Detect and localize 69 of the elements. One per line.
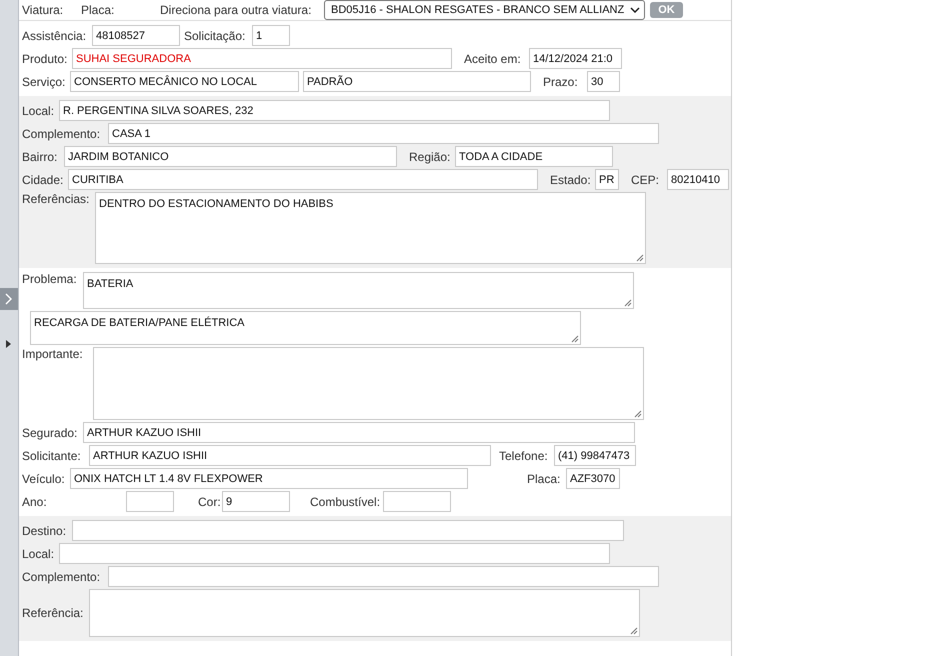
field-label: Prazo:	[543, 74, 579, 88]
expand-tab[interactable]	[0, 288, 18, 310]
vehicle-select[interactable]: BD05J16 - SHALON RESGATES - BRANCO SEM ALLIANZ	[324, 0, 646, 20]
field-label: Destino:	[22, 524, 68, 538]
field-label: Bairro:	[22, 150, 58, 164]
field-label: Local:	[22, 104, 56, 118]
text-field[interactable]	[126, 491, 174, 512]
text-field[interactable]: ARTHUR KAZUO ISHII	[89, 445, 491, 466]
field-label: Estado:	[550, 172, 592, 186]
text-field[interactable]: PADRÃO	[303, 71, 531, 92]
field-label: Ano:	[22, 494, 48, 508]
triangle-right-icon[interactable]	[6, 340, 11, 348]
field-label: Telefone:	[499, 448, 549, 462]
field-label: Assistência:	[22, 28, 88, 42]
text-field[interactable]	[108, 566, 659, 587]
field-label: Região:	[409, 150, 452, 164]
field-label: Produto:	[22, 52, 68, 66]
text-area[interactable]: DENTRO DO ESTACIONAMENTO DO HABIBS	[95, 192, 646, 264]
field-label: Serviço:	[22, 74, 66, 88]
resize-grip-icon[interactable]	[571, 335, 579, 343]
text-field[interactable]: SUHAI SEGURADORA	[72, 48, 452, 69]
text-field[interactable]: 9	[222, 491, 290, 512]
text-field[interactable]: (41) 99847473	[554, 445, 636, 466]
text-field[interactable]: JARDIM BOTANICO	[64, 146, 397, 167]
field-label: Cidade:	[22, 172, 64, 186]
field-label: Placa:	[527, 472, 562, 486]
field-label: Complemento:	[22, 126, 102, 140]
text-field[interactable]: CONSERTO MECÂNICO NO LOCAL	[70, 71, 299, 92]
field-label: Cor:	[198, 494, 222, 508]
resize-grip-icon[interactable]	[630, 627, 638, 635]
field-label: Segurado:	[22, 426, 78, 440]
field-label: Veículo:	[22, 472, 66, 486]
text-field[interactable]: PR	[595, 169, 619, 190]
field-label: Solicitação:	[184, 28, 246, 42]
text-field[interactable]	[383, 491, 451, 512]
field-label: Problema:	[22, 272, 78, 286]
text-field[interactable]: ONIX HATCH LT 1.4 8V FLEXPOWER	[70, 468, 468, 489]
resize-grip-icon[interactable]	[636, 254, 644, 262]
field-label: Referências:	[22, 192, 90, 206]
field-label: Viatura:	[22, 3, 64, 17]
text-area[interactable]: RECARGA DE BATERIA/PANE ELÉTRICA	[30, 311, 581, 345]
text-field[interactable]: 80210410	[667, 169, 729, 190]
text-field[interactable]: 30	[587, 71, 620, 92]
text-field[interactable]: CURITIBA	[68, 169, 538, 190]
text-field[interactable]: TODA A CIDADE	[455, 146, 613, 167]
chevron-right-icon	[5, 293, 13, 305]
resize-grip-icon[interactable]	[634, 410, 642, 418]
field-label: Importante:	[22, 347, 84, 361]
field-label: Solicitante:	[22, 448, 82, 462]
text-field[interactable]: 1	[252, 25, 290, 46]
field-label: Combustível:	[310, 494, 382, 508]
text-field[interactable]: 14/12/2024 21:0	[529, 48, 622, 69]
text-field[interactable]: 48108527	[92, 25, 180, 46]
field-label: Direciona para outra viatura:	[160, 3, 312, 17]
field-label: CEP:	[631, 172, 660, 186]
text-field[interactable]: R. PERGENTINA SILVA SOARES, 232	[59, 100, 610, 121]
text-area[interactable]: BATERIA	[83, 272, 634, 309]
field-label: Complemento:	[22, 570, 102, 584]
text-field[interactable]	[59, 543, 610, 564]
field-label: Aceito em:	[464, 52, 522, 66]
resize-grip-icon[interactable]	[624, 299, 632, 307]
field-label: Local:	[22, 546, 56, 560]
text-field[interactable]: AZF3070	[566, 468, 620, 489]
text-field[interactable]	[72, 520, 624, 541]
text-field[interactable]: ARTHUR KAZUO ISHII	[83, 422, 635, 443]
field-label: Referência:	[22, 606, 84, 620]
dropdown-caret-icon	[630, 7, 640, 13]
text-field[interactable]: CASA 1	[108, 123, 659, 144]
field-label: Placa:	[81, 3, 116, 17]
